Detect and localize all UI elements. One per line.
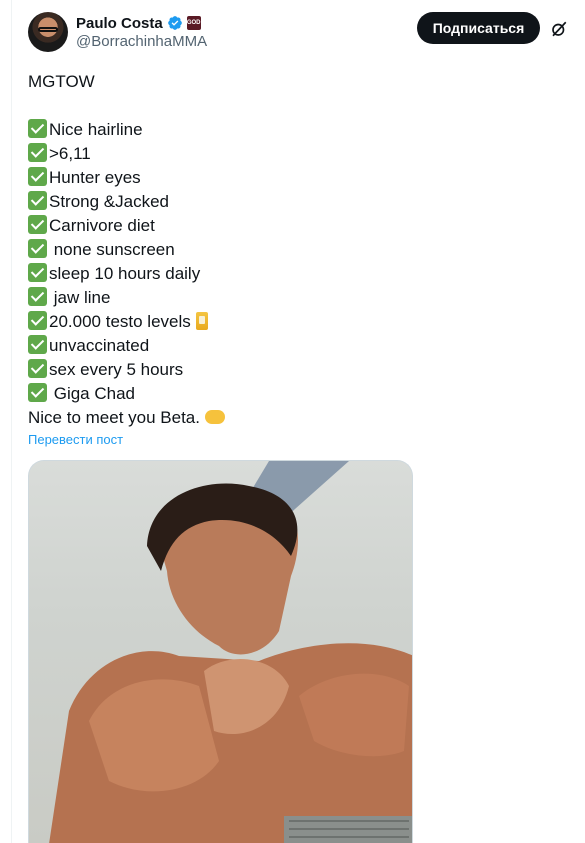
check-mark-emoji-icon bbox=[28, 239, 47, 258]
timeline-border bbox=[11, 0, 12, 843]
tweet-line bbox=[28, 94, 568, 118]
tweet-header: Paulo Costa GOD @BorrachinhaMMA Подписат… bbox=[28, 12, 573, 52]
verified-badge-icon bbox=[167, 16, 182, 30]
tweet-body: MGTOW Nice hairline >6,11 Hunter eyes Strong… bbox=[28, 70, 568, 430]
translate-post-link[interactable]: Перевести пост bbox=[28, 432, 123, 447]
tweet-line-text: Carnivore diet bbox=[49, 216, 155, 235]
tweet-line-text: MGTOW bbox=[28, 72, 95, 91]
photo-illustration bbox=[49, 461, 412, 843]
check-mark-emoji-icon bbox=[28, 287, 47, 306]
tweet-line: jaw line bbox=[28, 286, 568, 310]
tweet-line: Nice to meet you Beta. bbox=[28, 406, 568, 430]
author-name-row: Paulo Costa GOD bbox=[76, 13, 201, 33]
author-avatar[interactable] bbox=[28, 12, 68, 52]
affiliate-badge[interactable]: GOD bbox=[186, 16, 201, 30]
subscribe-button[interactable]: Подписаться bbox=[417, 12, 540, 44]
grok-icon[interactable] bbox=[550, 20, 568, 38]
tweet-line-text: >6,11 bbox=[49, 144, 91, 163]
tweet-line-text: 20.000 testo levels bbox=[49, 312, 191, 331]
author-display-name[interactable]: Paulo Costa bbox=[76, 15, 163, 32]
tweet-line: Strong &Jacked bbox=[28, 190, 568, 214]
check-mark-emoji-icon bbox=[28, 383, 47, 402]
tweet-line-text: sex every 5 hours bbox=[49, 360, 184, 379]
check-mark-emoji-icon bbox=[28, 143, 47, 162]
tweet-line-text: sleep 10 hours daily bbox=[49, 264, 201, 283]
check-mark-emoji-icon bbox=[28, 311, 47, 330]
tweet-line-text: Giga Chad bbox=[49, 384, 135, 403]
check-mark-emoji-icon bbox=[28, 263, 47, 282]
tweet-line: unvaccinated bbox=[28, 334, 568, 358]
author-handle[interactable]: @BorrachinhaMMA bbox=[76, 33, 207, 50]
avatar-glasses bbox=[38, 27, 58, 32]
tweet-line: none sunscreen bbox=[28, 238, 568, 262]
check-mark-emoji-icon bbox=[28, 215, 47, 234]
tweet-line-text: jaw line bbox=[49, 288, 111, 307]
check-mark-emoji-icon bbox=[28, 335, 47, 354]
tweet-line-text: Nice hairline bbox=[49, 120, 143, 139]
tweet-line-text: Strong &Jacked bbox=[49, 192, 170, 211]
tweet-line: MGTOW bbox=[28, 70, 568, 94]
tweet-line: sleep 10 hours daily bbox=[28, 262, 568, 286]
tweet-line: Nice hairline bbox=[28, 118, 568, 142]
check-mark-emoji-icon bbox=[28, 167, 47, 186]
tweet-line-text: none sunscreen bbox=[49, 240, 175, 259]
tweet-line: Hunter eyes bbox=[28, 166, 568, 190]
tweet-line: Carnivore diet bbox=[28, 214, 568, 238]
tweet-line-text: Nice to meet you Beta. bbox=[28, 408, 200, 427]
check-mark-emoji-icon bbox=[28, 359, 47, 378]
handshake-emoji-icon bbox=[204, 410, 225, 424]
tweet-line-text: Hunter eyes bbox=[49, 168, 141, 187]
tweet-line: Giga Chad bbox=[28, 382, 568, 406]
beverage-can-emoji-icon bbox=[195, 312, 208, 330]
affiliate-badge-text: GOD bbox=[186, 19, 201, 26]
tweet-photo[interactable] bbox=[28, 460, 413, 843]
tweet-line: sex every 5 hours bbox=[28, 358, 568, 382]
check-mark-emoji-icon bbox=[28, 191, 47, 210]
check-mark-emoji-icon bbox=[28, 119, 47, 138]
tweet-line-text: unvaccinated bbox=[49, 336, 150, 355]
tweet-line: >6,11 bbox=[28, 142, 568, 166]
tweet-line: 20.000 testo levels bbox=[28, 310, 568, 334]
